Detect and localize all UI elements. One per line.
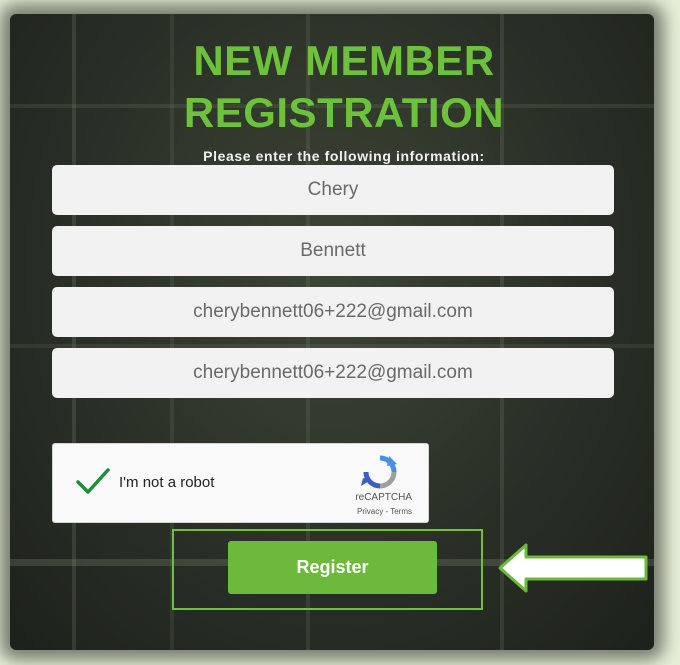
arrow-left-icon bbox=[498, 543, 648, 593]
page-title-line1: NEW MEMBER bbox=[193, 37, 495, 84]
confirm-email-input[interactable] bbox=[52, 348, 614, 398]
checkmark-icon[interactable] bbox=[75, 466, 111, 496]
recaptcha-label: I'm not a robot bbox=[119, 474, 215, 491]
email-input[interactable] bbox=[52, 287, 614, 337]
recaptcha-widget: I'm not a robot reCAPTCHA Privacy - Term… bbox=[52, 443, 429, 523]
form-instructions: Please enter the following information: bbox=[203, 148, 485, 164]
recaptcha-logo-icon bbox=[361, 455, 397, 489]
register-button[interactable]: Register bbox=[228, 541, 437, 594]
recaptcha-brand: reCAPTCHA bbox=[355, 492, 412, 503]
page-title-line2: REGISTRATION bbox=[183, 89, 505, 136]
last-name-input[interactable] bbox=[52, 226, 614, 276]
recaptcha-legal-links[interactable]: Privacy - Terms bbox=[357, 507, 412, 516]
first-name-input[interactable] bbox=[52, 165, 614, 215]
